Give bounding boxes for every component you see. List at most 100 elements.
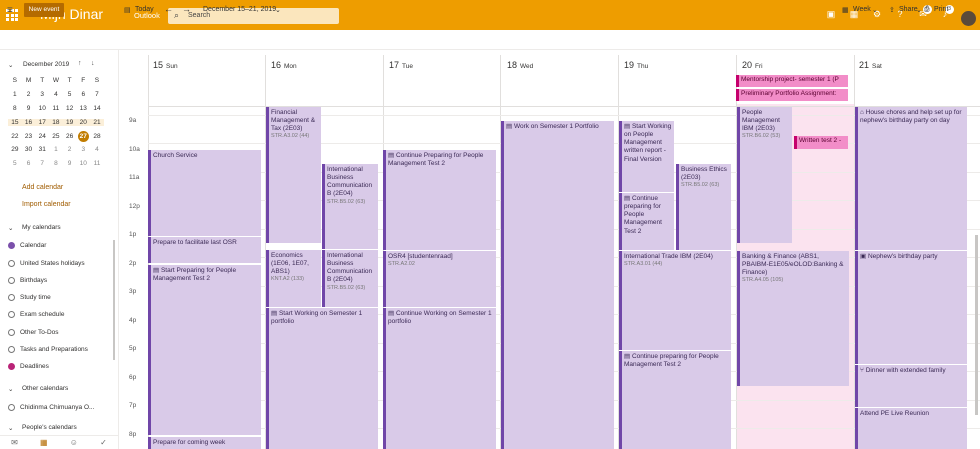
next-week-icon[interactable]: →	[182, 4, 191, 14]
other-calendars-chevron-icon[interactable]: ⌄	[8, 385, 13, 393]
minical-day[interactable]: 16	[21, 118, 36, 126]
minical-today[interactable]: 27	[77, 130, 89, 142]
calendar-item[interactable]: Tasks and Preparations	[8, 344, 88, 354]
my-calendars-header[interactable]: My calendars	[22, 224, 61, 231]
calendar-event[interactable]: ▤ Start Working on Semester 1 portfolio	[266, 308, 378, 449]
day-header-mon[interactable]: 16 Mon	[271, 60, 297, 70]
allday-event[interactable]: Preliminary Portfolio Assignment:	[736, 89, 848, 101]
people-icon[interactable]: ☺	[70, 438, 78, 447]
minical-day[interactable]: 5	[8, 160, 22, 167]
minical-day[interactable]: 24	[35, 133, 49, 140]
calendar-item[interactable]: Deadlines	[8, 361, 49, 371]
add-calendar-link[interactable]: Add calendar	[22, 184, 63, 191]
minical-day[interactable]: 7	[90, 91, 104, 98]
minical-day[interactable]: 28	[90, 133, 104, 140]
calendar-event[interactable]: International Trade IBM (2E04) STR.A3.01 …	[619, 251, 731, 350]
minical-day[interactable]: 30	[22, 146, 36, 153]
prev-week-icon[interactable]: ←	[164, 4, 173, 14]
today-button[interactable]: Today	[135, 6, 154, 13]
print-button[interactable]: Print	[934, 6, 948, 13]
calendar-event[interactable]: Prepare to facilitate last OSR	[148, 237, 261, 263]
minical-day[interactable]: 11	[90, 160, 104, 167]
other-calendars-header[interactable]: Other calendars	[22, 385, 68, 392]
calendar-event[interactable]: Written test 2 -	[794, 136, 848, 149]
minical-day[interactable]: 10	[76, 160, 90, 167]
minical-day[interactable]: 21	[90, 118, 104, 126]
calendar-event[interactable]: International Business Communication B (…	[322, 164, 378, 249]
minical-next-icon[interactable]: ↓	[91, 60, 95, 67]
calendar-event[interactable]: OSR4 [studentenraad] STR.A2.02	[383, 251, 496, 307]
minical-day[interactable]: 8	[49, 160, 63, 167]
minical-month[interactable]: December 2019	[23, 61, 69, 68]
calendar-event[interactable]: Financial Management & Tax (2E03) STR.A3.…	[266, 107, 321, 243]
calendar-event[interactable]: Prepare for coming week	[148, 437, 261, 449]
todo-icon[interactable]: ✓	[100, 438, 107, 447]
minical-day[interactable]: 14	[90, 105, 104, 112]
minical-day[interactable]: 4	[90, 146, 104, 153]
minical-day[interactable]: 2	[22, 91, 36, 98]
minical-day[interactable]: 7	[35, 160, 49, 167]
calendar-event[interactable]: ▣ Nephew's birthday party	[855, 251, 967, 364]
calendar-item[interactable]: Birthdays	[8, 275, 47, 285]
left-scrollbar[interactable]	[113, 240, 115, 360]
day-header-fri[interactable]: 20 Fri	[742, 60, 763, 70]
calendar-event[interactable]: ⑂ Dinner with extended family	[855, 365, 967, 407]
calendar-event[interactable]: ▤ Continue Working on Semester 1 portfol…	[383, 308, 496, 449]
minical-day[interactable]: 2	[63, 146, 77, 153]
calendar-item[interactable]: Other To-Dos	[8, 327, 59, 337]
calendar-event[interactable]: ▤ Continue preparing for People Manageme…	[619, 351, 731, 449]
peoples-calendars-header[interactable]: People's calendars	[22, 424, 77, 431]
calendar-event[interactable]: ▤ Continue preparing for People Manageme…	[619, 193, 674, 250]
minical-day[interactable]: 19	[62, 118, 77, 126]
minical-day[interactable]: 23	[22, 133, 36, 140]
calendar-item[interactable]: Study time	[8, 292, 51, 302]
mail-icon[interactable]: ✉	[11, 438, 18, 447]
calendar-item[interactable]: Exam schedule	[8, 309, 64, 319]
calendar-item[interactable]: Calendar	[8, 240, 46, 250]
peoples-calendars-chevron-icon[interactable]: ⌄	[8, 424, 13, 432]
minical-day[interactable]: 3	[76, 146, 90, 153]
calendar-event[interactable]: ▤ Start Preparing for People Management …	[148, 265, 261, 435]
skype-icon[interactable]: ▣	[824, 9, 838, 20]
calendar-event[interactable]: ▤ Work on Semester 1 Portfolio	[501, 121, 614, 449]
minical-day[interactable]: 8	[8, 105, 22, 112]
minical-day[interactable]: 10	[35, 105, 49, 112]
minical-day[interactable]: 6	[22, 160, 36, 167]
day-header-wed[interactable]: 18 Wed	[507, 60, 533, 70]
minical-day[interactable]: 29	[8, 146, 22, 153]
minical-day[interactable]: 9	[22, 105, 36, 112]
minical-day[interactable]: 4	[49, 91, 63, 98]
calendar-event[interactable]: ▤ Start Working on People Management wri…	[619, 121, 674, 192]
calendar-icon[interactable]: ▦	[40, 438, 48, 447]
calendar-event[interactable]: ⌂ House chores and help set up for nephe…	[855, 107, 967, 250]
chevron-down-icon[interactable]: ⌄	[916, 6, 922, 14]
grid-scrollbar[interactable]	[975, 235, 978, 415]
new-event-button[interactable]: New event	[24, 3, 64, 17]
minical-day[interactable]: 25	[49, 133, 63, 140]
calendar-event[interactable]: ▤ Continue Preparing for People Manageme…	[383, 150, 496, 250]
minical-day[interactable]: 22	[8, 133, 22, 140]
minical-prev-icon[interactable]: ↑	[78, 60, 82, 67]
minical-day[interactable]: 26	[63, 133, 77, 140]
minical-day[interactable]: 1	[8, 91, 22, 98]
hamburger-icon[interactable]: ≡	[7, 5, 13, 16]
minical-day[interactable]: 1	[49, 146, 63, 153]
collapse-chevron-icon[interactable]: ⌄	[8, 61, 13, 69]
calendar-event[interactable]: Economics (1E06, 1E07, ABS1) KNT.A2 (133)	[266, 250, 321, 307]
calendar-event[interactable]: Church Service	[148, 150, 261, 236]
minical-day[interactable]: 13	[76, 105, 90, 112]
view-dropdown[interactable]: Week	[853, 6, 871, 13]
calendar-event[interactable]: People Management IBM (2E03) STR.B6.02 (5…	[737, 107, 792, 243]
minical-day[interactable]: 17	[35, 118, 50, 126]
minical-day[interactable]: 11	[49, 105, 63, 112]
calendar-event[interactable]: Banking & Finance (ABS1, PBAIBM-E1E05/eO…	[737, 251, 849, 386]
minical-day[interactable]: 31	[35, 146, 49, 153]
import-calendar-link[interactable]: Import calendar	[22, 201, 71, 208]
day-header-tue[interactable]: 17 Tue	[389, 60, 413, 70]
calendar-event[interactable]: Business Ethics (2E03) STR.B5.02 (63)	[676, 164, 731, 250]
day-header-thu[interactable]: 19 Thu	[624, 60, 648, 70]
minical-day[interactable]: 18	[49, 118, 63, 126]
day-header-sat[interactable]: 21 Sat	[859, 60, 882, 70]
avatar[interactable]	[961, 11, 976, 26]
minical-day[interactable]: 5	[63, 91, 77, 98]
